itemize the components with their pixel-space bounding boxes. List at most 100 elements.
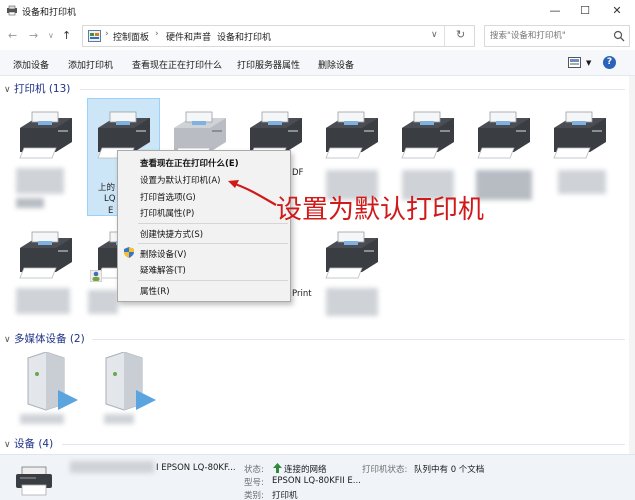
- up-arrow-icon[interactable]: ↑: [62, 29, 71, 42]
- uac-shield-icon: [124, 247, 134, 258]
- menu-item-remove-device[interactable]: 删除设备(V): [140, 248, 186, 260]
- search-icon: [613, 30, 625, 42]
- search-input[interactable]: [490, 27, 616, 45]
- network-status-icon: [273, 463, 282, 473]
- breadcrumb-separator-icon: ›: [207, 29, 211, 39]
- maximize-button[interactable]: ☐: [570, 0, 600, 22]
- user-badge-icon: [90, 270, 102, 282]
- group-divider: [62, 444, 625, 445]
- printer-label-print: Print: [292, 289, 312, 299]
- explorer-window: { "window": { "title": "设备和打印机" }, "addr…: [0, 0, 635, 500]
- printer-icon[interactable]: [548, 108, 614, 168]
- printer-label-blurred: [16, 198, 44, 208]
- refresh-icon[interactable]: ↻: [456, 28, 465, 41]
- breadcrumb-devices-printers[interactable]: 设备和打印机: [217, 30, 271, 43]
- menu-item-printer-properties[interactable]: 打印机属性(P): [140, 207, 194, 219]
- window-title: 设备和打印机: [22, 8, 77, 18]
- menu-item-properties[interactable]: 属性(R): [140, 285, 170, 297]
- printer-label-blurred: [558, 170, 606, 194]
- devices-printers-icon: [7, 5, 17, 16]
- media-device-icon: [27, 352, 78, 411]
- view-options-icon[interactable]: [568, 57, 581, 68]
- printer-label-selected-3: E: [108, 206, 114, 216]
- print-server-properties-button[interactable]: 打印服务器属性: [237, 58, 300, 71]
- details-category-key: 类别:: [244, 491, 264, 500]
- printer-icon[interactable]: [14, 108, 80, 168]
- group-header-multimedia[interactable]: ∨ 多媒体设备 (2): [4, 331, 85, 346]
- scrollbar[interactable]: [629, 76, 635, 454]
- details-device-name: I EPSON LQ-80KF...: [156, 463, 236, 473]
- menu-item-create-shortcut[interactable]: 创建快捷方式(S): [140, 228, 203, 240]
- printer-icon[interactable]: [472, 108, 538, 168]
- printer-icon[interactable]: [320, 108, 386, 168]
- printer-label-blurred: [16, 168, 64, 194]
- annotation-arrow-icon: [228, 180, 277, 206]
- address-divider: [444, 26, 445, 46]
- back-arrow-icon[interactable]: ←: [8, 29, 17, 42]
- group-divider: [92, 339, 625, 340]
- group-title-multimedia: 多媒体设备 (2): [14, 333, 85, 345]
- printer-label-blurred: [326, 288, 378, 316]
- details-category-value: 打印机: [272, 491, 298, 500]
- media-device-icon: [105, 352, 156, 411]
- menu-item-see-whats-printing[interactable]: 查看现在正在打印什么(E): [140, 157, 239, 169]
- group-header-printers[interactable]: ∨ 打印机 (13): [4, 81, 70, 96]
- printer-icon[interactable]: [320, 228, 386, 288]
- printer-label-pdf: DF: [292, 168, 304, 178]
- menu-item-troubleshoot[interactable]: 疑难解答(T): [140, 264, 186, 276]
- address-bar[interactable]: › 控制面板 › 硬件和声音 › 设备和打印机 ∨ ↻: [82, 25, 475, 47]
- breadcrumb-hardware-sound[interactable]: 硬件和声音: [166, 30, 211, 43]
- context-menu: 查看现在正在打印什么(E) 设置为默认打印机(A) 打印首选项(G) 打印机属性…: [117, 150, 291, 302]
- breadcrumb-separator-icon: ›: [105, 29, 109, 39]
- printer-icon[interactable]: [396, 108, 462, 168]
- device-name-blurred: [70, 461, 154, 473]
- printer-label-blurred: [88, 290, 118, 314]
- details-status-value: 连接的网络: [284, 465, 327, 475]
- menu-separator: [138, 223, 288, 224]
- recent-chevron-icon[interactable]: ∨: [48, 31, 54, 40]
- collapse-chevron-icon[interactable]: ∨: [4, 85, 14, 95]
- add-device-button[interactable]: 添加设备: [13, 58, 49, 71]
- collapse-chevron-icon[interactable]: ∨: [4, 440, 14, 450]
- details-printer-status-key: 打印机状态:: [362, 465, 408, 475]
- details-model-value: EPSON LQ-80KFII E...: [272, 476, 361, 486]
- group-title-printers: 打印机 (13): [14, 83, 71, 95]
- breadcrumb-separator-icon: ›: [155, 29, 159, 39]
- view-dropdown-icon[interactable]: ▼: [586, 59, 591, 67]
- menu-separator: [138, 243, 288, 244]
- title-bar: 设备和打印机 — ☐ ✕: [0, 0, 635, 22]
- close-button[interactable]: ✕: [602, 0, 632, 22]
- breadcrumb-control-panel[interactable]: 控制面板: [113, 30, 149, 43]
- printer-label-blurred: [16, 288, 70, 314]
- media-label-blurred: [20, 414, 64, 424]
- collapse-chevron-icon[interactable]: ∨: [4, 335, 14, 345]
- minimize-button[interactable]: —: [540, 0, 570, 22]
- annotation-text: 设置为默认打印机: [276, 195, 485, 225]
- remove-device-button[interactable]: 删除设备: [318, 58, 354, 71]
- details-status-key: 状态:: [244, 465, 264, 475]
- printer-label-blurred: [476, 170, 532, 200]
- menu-item-set-default-printer[interactable]: 设置为默认打印机(A): [140, 174, 220, 186]
- menu-separator: [138, 280, 288, 281]
- media-label-blurred: [104, 414, 134, 424]
- group-title-devices: 设备 (4): [14, 438, 54, 450]
- details-printer-status-value: 队列中有 0 个文档: [414, 465, 485, 475]
- command-bar: 添加设备 添加打印机 查看现在正在打印什么 打印服务器属性 删除设备 ▼ ?: [0, 50, 635, 76]
- help-icon[interactable]: ?: [603, 56, 616, 69]
- add-printer-button[interactable]: 添加打印机: [68, 58, 113, 71]
- details-pane: I EPSON LQ-80KF... 状态: 连接的网络 打印机状态: 队列中有…: [0, 454, 635, 500]
- menu-item-printing-preferences[interactable]: 打印首选项(G): [140, 191, 196, 203]
- forward-arrow-icon[interactable]: →: [29, 29, 38, 42]
- address-row: ← → ∨ ↑ › 控制面板 › 硬件和声音 › 设备和打印机 ∨ ↻: [0, 22, 635, 50]
- group-header-devices[interactable]: ∨ 设备 (4): [4, 436, 53, 451]
- printer-icon[interactable]: [14, 228, 80, 288]
- details-model-key: 型号:: [244, 478, 264, 488]
- printer-icon: [16, 466, 52, 496]
- see-whats-printing-button[interactable]: 查看现在正在打印什么: [132, 58, 222, 71]
- control-panel-icon: [88, 30, 101, 42]
- search-box[interactable]: [484, 25, 630, 47]
- printer-label-selected-2: LQ: [104, 194, 116, 204]
- printer-label-selected-1: 上的: [98, 183, 116, 193]
- address-dropdown-icon[interactable]: ∨: [431, 30, 438, 40]
- group-divider: [80, 89, 625, 90]
